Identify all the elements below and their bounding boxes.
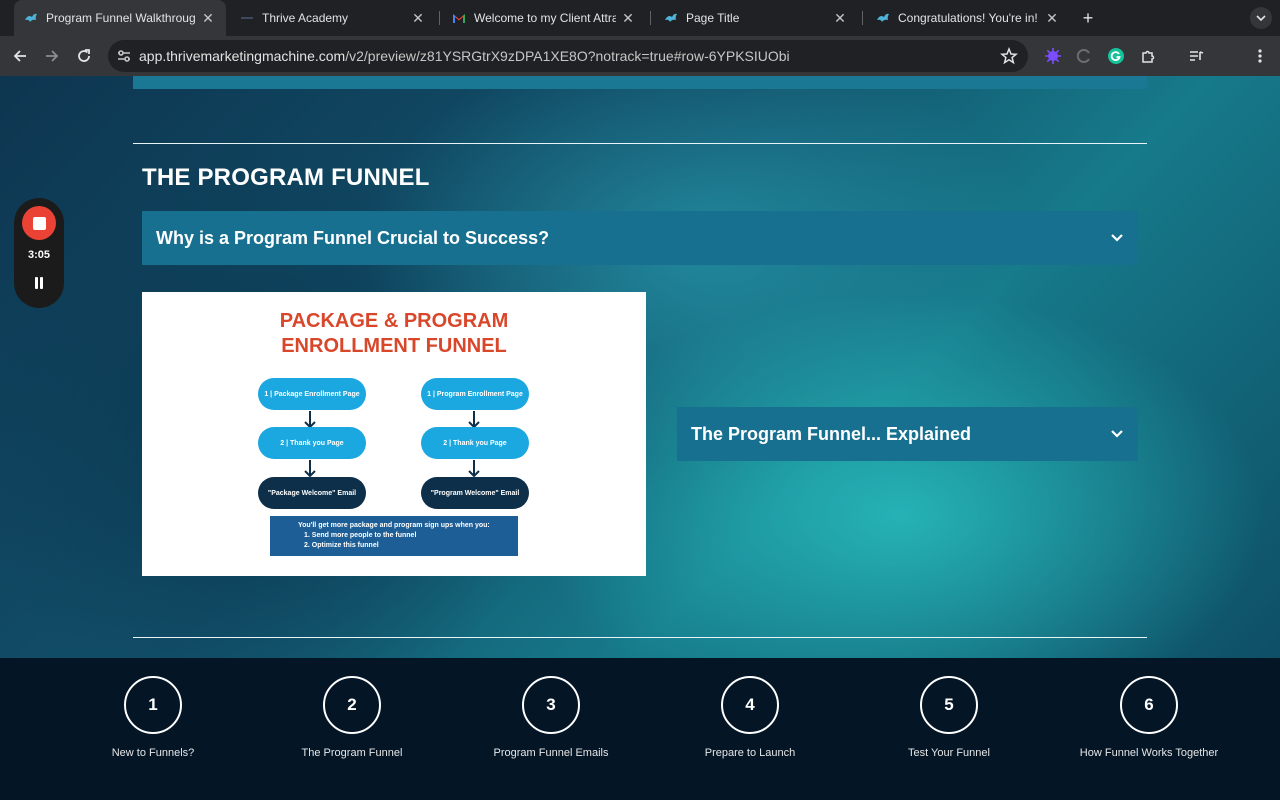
- tab-title: Page Title: [686, 11, 740, 25]
- section-divider: [133, 637, 1147, 638]
- tab-congratulations[interactable]: Congratulations! You're in! ✕: [866, 4, 1070, 32]
- note-item: 1. Send more people to the funnel: [304, 532, 417, 539]
- package-enrollment-page-pill: 1 | Package Enrollment Page: [258, 378, 366, 410]
- new-tab-icon[interactable]: +: [1078, 8, 1098, 28]
- note-item: 2. Optimize this funnel: [304, 542, 379, 549]
- stop-recording-button[interactable]: [22, 206, 56, 240]
- site-settings-icon[interactable]: [116, 48, 132, 64]
- tab-title: Thrive Academy: [262, 11, 349, 25]
- step-test-your-funnel[interactable]: 5 Test Your Funnel: [849, 658, 1049, 800]
- infographic-title-line-1: PACKAGE & PROGRAM: [279, 310, 509, 332]
- infographic-title-line-2: ENROLLMENT FUNNEL: [281, 335, 507, 357]
- tab-gmail-welcome[interactable]: Welcome to my Client Attract ✕: [442, 4, 646, 32]
- close-tab-icon[interactable]: ✕: [410, 10, 426, 26]
- kebab-menu-icon[interactable]: [1250, 46, 1270, 66]
- tab-thrive-academy[interactable]: Thrive Academy ✕: [230, 4, 436, 32]
- close-tab-icon[interactable]: ✕: [832, 10, 848, 26]
- step-label[interactable]: Program Funnel Emails: [451, 747, 651, 759]
- extension-loader-icon[interactable]: [1074, 46, 1094, 66]
- tab-title: Congratulations! You're in!: [898, 11, 1038, 25]
- down-arrow-icon: [468, 460, 480, 478]
- media-queue-icon[interactable]: [1186, 46, 1206, 66]
- close-tab-icon[interactable]: ✕: [200, 10, 216, 26]
- step-number[interactable]: 3: [522, 676, 580, 734]
- step-label[interactable]: How Funnel Works Together: [1049, 747, 1249, 759]
- tab-title: Welcome to my Client Attract: [474, 11, 616, 25]
- grammarly-icon[interactable]: [1106, 46, 1126, 66]
- down-arrow-icon: [304, 460, 316, 478]
- accordion-program-funnel-explained[interactable]: The Program Funnel... Explained: [677, 407, 1138, 461]
- tab-separator: [650, 11, 651, 25]
- forward-arrow-icon[interactable]: [40, 44, 64, 68]
- thrive-bird-icon: [664, 11, 678, 25]
- bookmark-star-icon[interactable]: [1000, 46, 1018, 65]
- funnel-infographic: PACKAGE & PROGRAM ENROLLMENT FUNNEL 1 | …: [142, 292, 646, 576]
- step-program-funnel-emails[interactable]: 3 Program Funnel Emails: [451, 658, 651, 800]
- program-welcome-email-pill: "Program Welcome" Email: [421, 477, 529, 509]
- reload-icon[interactable]: [72, 44, 96, 68]
- program-enrollment-page-pill: 1 | Program Enrollment Page: [421, 378, 529, 410]
- url-path: /v2/preview/z81YSRGtrX9zDPA1XE8O?notrack…: [345, 48, 790, 64]
- page-title: THE PROGRAM FUNNEL: [142, 164, 430, 191]
- address-bar[interactable]: app.thrivemarketingmachine.com/v2/previe…: [108, 40, 1028, 72]
- step-number[interactable]: 2: [323, 676, 381, 734]
- accordion-label: Why is a Program Funnel Crucial to Succe…: [156, 227, 550, 248]
- step-label[interactable]: The Program Funnel: [252, 747, 452, 759]
- academy-icon: [240, 11, 254, 25]
- note-heading: You'll get more package and program sign…: [298, 522, 490, 529]
- browser-toolbar: app.thrivemarketingmachine.com/v2/previe…: [0, 36, 1280, 101]
- extensions-puzzle-icon[interactable]: [1138, 46, 1158, 66]
- tab-separator: [862, 11, 863, 25]
- gmail-icon: [452, 11, 466, 25]
- package-welcome-email-pill: "Package Welcome" Email: [258, 477, 366, 509]
- stop-icon: [32, 216, 46, 230]
- page-content: THE PROGRAM FUNNEL Why is a Program Funn…: [0, 76, 1280, 658]
- chevron-down-icon: [1110, 427, 1124, 441]
- url-host: app.thrivemarketingmachine.com: [139, 48, 346, 64]
- previous-accordion-bottom: [133, 76, 1147, 89]
- step-the-program-funnel[interactable]: 2 The Program Funnel: [252, 658, 452, 800]
- close-tab-icon[interactable]: ✕: [620, 10, 636, 26]
- recording-timer: 3:05: [27, 249, 51, 261]
- thrive-bird-icon: [876, 11, 890, 25]
- step-prepare-to-launch[interactable]: 4 Prepare to Launch: [650, 658, 850, 800]
- tab-search-icon[interactable]: [1250, 7, 1272, 29]
- step-label[interactable]: Test Your Funnel: [849, 747, 1049, 759]
- thrive-bird-icon: [24, 11, 38, 25]
- infographic-note-box: You'll get more package and program sign…: [270, 516, 518, 556]
- tab-program-funnel-walkthrough[interactable]: Program Funnel Walkthrough ✕: [14, 0, 226, 36]
- program-thank-you-pill: 2 | Thank you Page: [421, 427, 529, 459]
- url-text: app.thrivemarketingmachine.com/v2/previe…: [139, 48, 790, 64]
- screen-recorder-widget: 3:05: [14, 198, 64, 308]
- step-navigation: 1 New to Funnels? 2 The Program Funnel 3…: [0, 658, 1280, 800]
- step-label[interactable]: Prepare to Launch: [650, 747, 850, 759]
- step-number[interactable]: 5: [920, 676, 978, 734]
- browser-tab-strip: Program Funnel Walkthrough ✕ Thrive Acad…: [0, 0, 1280, 36]
- accordion-why-program-funnel[interactable]: Why is a Program Funnel Crucial to Succe…: [142, 211, 1138, 265]
- accordion-label: The Program Funnel... Explained: [691, 423, 972, 444]
- package-thank-you-pill: 2 | Thank you Page: [258, 427, 366, 459]
- tab-title: Program Funnel Walkthrough: [46, 11, 196, 25]
- extension-purple-icon[interactable]: [1043, 46, 1063, 66]
- step-number[interactable]: 1: [124, 676, 182, 734]
- step-label[interactable]: New to Funnels?: [53, 747, 253, 759]
- step-number[interactable]: 4: [721, 676, 779, 734]
- chevron-down-icon: [1110, 231, 1124, 245]
- pause-icon[interactable]: [32, 276, 46, 290]
- tab-separator: [439, 11, 440, 25]
- tab-page-title[interactable]: Page Title ✕: [654, 4, 858, 32]
- section-divider: [133, 143, 1147, 144]
- close-tab-icon[interactable]: ✕: [1044, 10, 1060, 26]
- back-arrow-icon[interactable]: [8, 44, 32, 68]
- step-number[interactable]: 6: [1120, 676, 1178, 734]
- step-how-funnel-works-together[interactable]: 6 How Funnel Works Together: [1049, 658, 1249, 800]
- step-new-to-funnels[interactable]: 1 New to Funnels?: [53, 658, 253, 800]
